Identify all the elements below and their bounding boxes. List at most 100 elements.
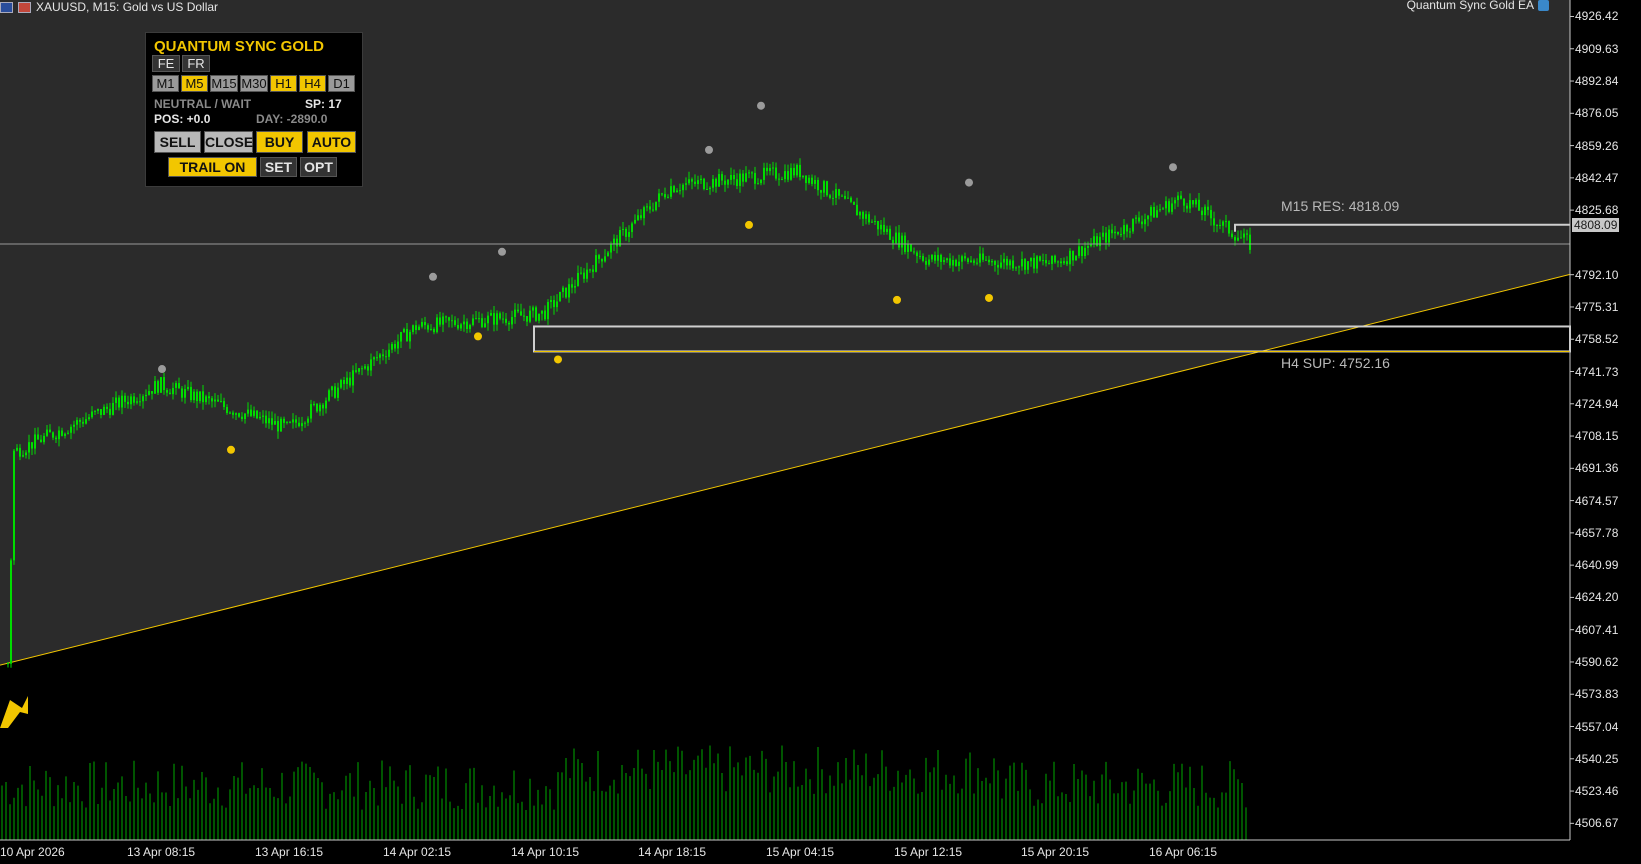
time-tick-label: 14 Apr 10:15 xyxy=(511,845,580,859)
candle-body xyxy=(1093,236,1095,245)
fr-button[interactable]: FR xyxy=(182,55,210,72)
candle-body xyxy=(535,307,537,321)
candle-body xyxy=(1117,231,1119,235)
candle-body xyxy=(61,430,63,436)
candle-body xyxy=(1147,215,1149,220)
candle-body xyxy=(112,403,114,415)
candle-body xyxy=(229,412,231,414)
candle-body xyxy=(103,406,105,415)
candle-body xyxy=(133,396,135,403)
timeframe-m5-button[interactable]: M5 xyxy=(181,75,208,92)
candle-body xyxy=(484,323,486,328)
candle-body xyxy=(37,434,39,440)
candle-body xyxy=(91,411,93,418)
candle-body xyxy=(721,174,723,181)
candle-body xyxy=(313,403,315,405)
candle-body xyxy=(448,317,450,321)
timeframe-h4-button[interactable]: H4 xyxy=(299,75,326,92)
timeframe-m15-button[interactable]: M15 xyxy=(210,75,238,92)
candle-body xyxy=(127,401,129,405)
timeframe-m1-button[interactable]: M1 xyxy=(152,75,179,92)
price-tick-label: 4607.41 xyxy=(1575,622,1619,637)
candle-body xyxy=(1081,246,1083,257)
candle-body xyxy=(181,388,183,398)
candle-body xyxy=(991,261,993,263)
price-tick-label: 4892.84 xyxy=(1575,74,1619,89)
price-tick-label: 4523.46 xyxy=(1575,784,1619,799)
candle-body xyxy=(898,232,900,248)
timeframe-d1-button[interactable]: D1 xyxy=(328,75,355,92)
sell-button[interactable]: SELL xyxy=(154,131,201,153)
candle-body xyxy=(880,224,882,230)
timeframe-m30-button[interactable]: M30 xyxy=(240,75,268,92)
candle-body xyxy=(1159,209,1161,211)
candle-body xyxy=(217,399,219,402)
candle-body xyxy=(31,442,33,449)
candle-body xyxy=(319,404,321,412)
trail-toggle-button[interactable]: TRAIL ON xyxy=(168,157,257,177)
candle-body xyxy=(1009,260,1011,266)
candle-body xyxy=(622,228,624,231)
candle-body xyxy=(148,391,150,395)
price-tick-label: 4724.94 xyxy=(1575,396,1619,411)
candle-body xyxy=(1018,266,1020,268)
candle-body xyxy=(391,343,393,350)
candle-body xyxy=(1054,255,1056,263)
candle-body xyxy=(1033,257,1035,269)
set-button[interactable]: SET xyxy=(260,157,297,177)
candle-body xyxy=(703,178,705,190)
candle-body xyxy=(247,409,249,414)
fractal-up-dot xyxy=(158,365,166,374)
candle-body xyxy=(310,404,312,419)
candle-body xyxy=(334,386,336,398)
candle-body xyxy=(1105,232,1107,243)
candle-body xyxy=(1036,256,1038,269)
candle-body xyxy=(850,197,852,202)
candle-body xyxy=(208,396,210,399)
candle-body xyxy=(466,321,468,329)
candle-body xyxy=(739,173,741,186)
expert-advisor-label[interactable]: Quantum Sync Gold EA xyxy=(1407,0,1549,12)
chart-area[interactable]: XAUUSD, M15: Gold vs US Dollar Quantum S… xyxy=(0,0,1641,864)
candle-body xyxy=(571,284,573,288)
candle-body xyxy=(496,313,498,325)
candle-body xyxy=(925,260,927,265)
timeframe-h1-button[interactable]: H1 xyxy=(270,75,297,92)
candle-body xyxy=(178,383,180,389)
price-tick-label: 4691.36 xyxy=(1575,461,1619,476)
candle-body xyxy=(136,401,138,403)
candle-body xyxy=(1150,206,1152,216)
candle-body xyxy=(352,370,354,386)
buy-button[interactable]: BUY xyxy=(256,131,303,153)
candle-body xyxy=(1057,261,1059,263)
candle-body xyxy=(862,211,864,219)
opt-button[interactable]: OPT xyxy=(300,157,337,177)
candle-body xyxy=(1219,224,1221,226)
candle-body xyxy=(577,272,579,287)
candle-body xyxy=(868,214,870,223)
close-button[interactable]: CLOSE xyxy=(204,131,253,153)
candle-body xyxy=(199,391,201,402)
candle-body xyxy=(43,435,45,443)
fe-button[interactable]: FE xyxy=(152,55,180,72)
candle-body xyxy=(640,215,642,219)
candle-body xyxy=(928,259,930,265)
candle-body xyxy=(1129,231,1131,233)
candle-body xyxy=(415,325,417,331)
candle-body xyxy=(667,196,669,198)
candle-body xyxy=(886,228,888,232)
auto-button[interactable]: AUTO xyxy=(307,131,356,153)
fractal-up-dot xyxy=(757,101,765,110)
candle-body xyxy=(1006,258,1008,266)
candle-body xyxy=(502,318,504,320)
price-tick-label: 4876.05 xyxy=(1575,106,1619,121)
candle-body xyxy=(931,254,933,260)
candle-body xyxy=(958,261,960,266)
candle-body xyxy=(529,310,531,322)
candle-body xyxy=(220,401,222,403)
candle-body xyxy=(877,220,879,230)
candle-body xyxy=(763,167,765,180)
candle-body xyxy=(730,175,732,180)
candle-body xyxy=(1153,206,1155,218)
candle-body xyxy=(988,259,990,263)
